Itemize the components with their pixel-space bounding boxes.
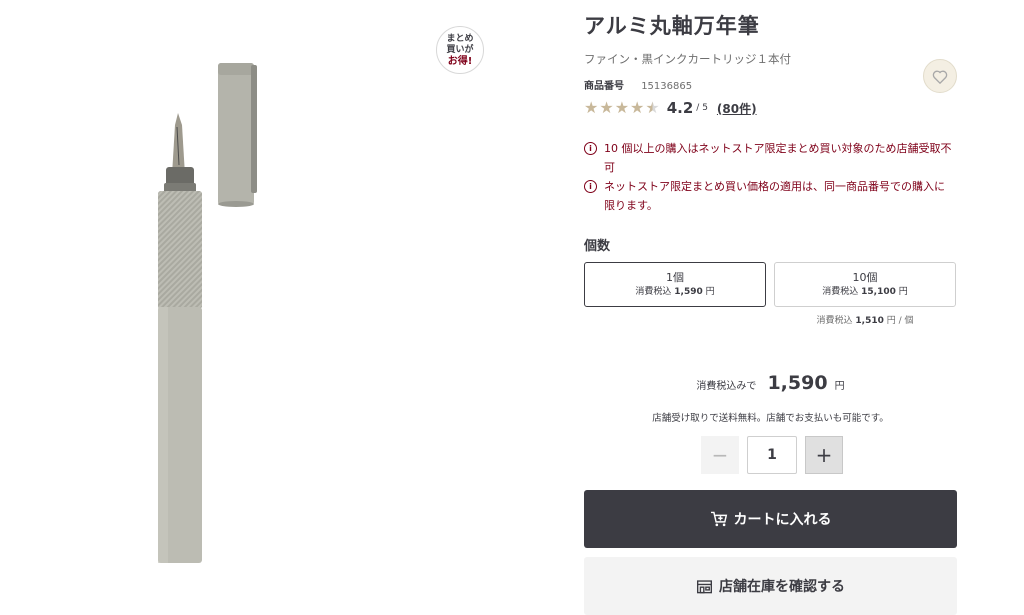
- star-icon: ★: [584, 98, 599, 117]
- option-price-unit: 円: [705, 286, 715, 297]
- badge-line-3: お得!: [447, 55, 473, 67]
- quantity-option-10[interactable]: 10個 消費税込 15,100 円: [774, 262, 956, 307]
- total-unit: 円: [834, 381, 845, 392]
- info-icon: i: [584, 142, 597, 155]
- bulk-discount-badge: まとめ 買いが お得!: [436, 26, 484, 74]
- product-code-label: 商品番号: [584, 81, 624, 92]
- quantity-input[interactable]: [747, 436, 797, 474]
- product-code-value: 15136865: [641, 81, 693, 92]
- rating-stars: ★ ★ ★ ★ ★: [584, 100, 661, 116]
- quantity-stepper: − +: [701, 436, 843, 474]
- product-subtitle: ファイン・黒インクカートリッジ１本付: [584, 52, 791, 66]
- pen-grip-icon: [158, 191, 202, 309]
- info-icon: i: [584, 180, 597, 193]
- favorite-button[interactable]: [923, 59, 957, 93]
- badge-line-2: 買いが: [446, 44, 474, 55]
- rating-row: ★ ★ ★ ★ ★ 4.2 / 5 (80件): [584, 99, 757, 117]
- review-count-link[interactable]: (80件): [717, 100, 757, 117]
- heart-icon: [932, 70, 948, 84]
- quantity-label: 個数: [584, 239, 611, 254]
- star-icon: ★: [630, 98, 645, 117]
- product-code-row: 商品番号 15136865: [584, 77, 692, 92]
- star-icon: ★: [599, 98, 614, 117]
- notice-text: 10 個以上の購入はネットストア限定まとめ買い対象のため店舗受取不可: [604, 142, 952, 174]
- option-price-label: 消費税込: [635, 286, 672, 297]
- check-store-stock-button[interactable]: 店舗在庫を確認する: [584, 557, 957, 615]
- total-value: 1,590: [767, 372, 828, 394]
- option-price-unit: 円: [898, 286, 908, 297]
- option-count: 10個: [852, 270, 878, 284]
- quantity-option-1[interactable]: 1個 消費税込 1,590 円: [584, 262, 766, 307]
- star-icon: ★: [614, 98, 630, 117]
- product-image-area: まとめ 買いが お得!: [0, 0, 560, 615]
- add-to-cart-label: カートに入れる: [733, 512, 832, 528]
- per-unit-price: 消費税込 1,510 円 / 個: [774, 313, 956, 326]
- product-title: アルミ丸軸万年筆: [584, 14, 760, 38]
- badge-line-1: まとめ: [446, 33, 474, 44]
- cart-plus-icon: [710, 511, 727, 527]
- option-price-value: 15,100: [861, 286, 896, 297]
- notice-bulk-store-pickup: i 10 個以上の購入はネットストア限定まとめ買い対象のため店舗受取不可: [584, 139, 957, 177]
- shipping-note: 店舗受け取りで送料無料。店舗でお支払いも可能です。: [652, 413, 889, 424]
- add-to-cart-button[interactable]: カートに入れる: [584, 490, 957, 548]
- star-half-icon: ★: [645, 98, 660, 117]
- pen-nib-icon: [164, 113, 196, 193]
- notice-bulk-price: i ネットストア限定まとめ買い価格の適用は、同一商品番号での購入に限ります。: [584, 177, 957, 215]
- option-count: 1個: [666, 270, 684, 284]
- per-unit-unit: 円 / 個: [886, 316, 914, 326]
- increment-button[interactable]: +: [805, 436, 843, 474]
- total-price-row: 消費税込みで 1,590 円: [584, 372, 957, 394]
- rating-max: / 5: [696, 103, 708, 113]
- rating-score: 4.2: [666, 99, 694, 117]
- per-unit-label: 消費税込: [816, 316, 853, 326]
- pen-cap-icon: [218, 63, 257, 207]
- store-icon: [697, 579, 712, 593]
- fountain-pen-image: [158, 63, 257, 563]
- option-price: 消費税込 15,100 円: [822, 285, 908, 300]
- decrement-button[interactable]: −: [701, 436, 739, 474]
- check-store-stock-label: 店舗在庫を確認する: [719, 579, 845, 595]
- option-price: 消費税込 1,590 円: [635, 285, 714, 300]
- per-unit-value: 1,510: [855, 316, 884, 326]
- option-price-value: 1,590: [674, 286, 703, 297]
- notice-text: ネットストア限定まとめ買い価格の適用は、同一商品番号での購入に限ります。: [604, 180, 945, 212]
- total-label: 消費税込みで: [696, 381, 757, 392]
- option-price-label: 消費税込: [822, 286, 859, 297]
